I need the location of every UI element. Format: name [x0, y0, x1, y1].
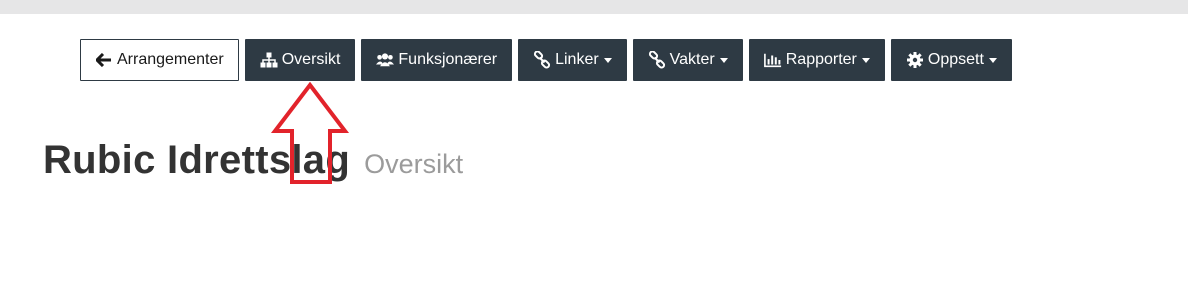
settings-label: Oppsett [927, 51, 984, 68]
arrow-left-icon [95, 51, 113, 69]
chevron-down-icon [988, 57, 997, 63]
chevron-down-icon [719, 57, 728, 63]
shifts-label: Vakter [669, 51, 715, 68]
users-icon [376, 51, 395, 69]
link-icon [648, 51, 666, 69]
top-strip [0, 0, 1188, 14]
chevron-down-icon [603, 57, 612, 63]
event-toolbar: Arrangementer Oversikt Funksjonærer Link… [80, 39, 1012, 81]
overview-label: Oversikt [281, 51, 341, 68]
officials-button[interactable]: Funksjonærer [361, 39, 513, 81]
bar-chart-icon [763, 51, 782, 69]
back-to-events-label: Arrangementer [117, 51, 224, 68]
back-to-events-button[interactable]: Arrangementer [80, 39, 239, 81]
reports-dropdown-button[interactable]: Rapporter [748, 39, 885, 81]
gear-icon [906, 51, 924, 69]
chevron-down-icon [861, 57, 870, 63]
page-heading: Rubic Idrettslag Oversikt [43, 138, 463, 183]
shifts-dropdown-button[interactable]: Vakter [632, 39, 743, 81]
page-subtitle: Oversikt [364, 149, 464, 179]
links-dropdown-button[interactable]: Linker [518, 39, 627, 81]
settings-dropdown-button[interactable]: Oppsett [890, 39, 1012, 81]
annotation-arrow-up-icon [270, 81, 350, 191]
officials-label: Funksjonærer [398, 51, 498, 68]
link-icon [533, 51, 551, 69]
overview-button[interactable]: Oversikt [244, 39, 356, 81]
links-label: Linker [555, 51, 599, 68]
sitemap-icon [260, 51, 278, 69]
reports-label: Rapporter [785, 51, 857, 68]
